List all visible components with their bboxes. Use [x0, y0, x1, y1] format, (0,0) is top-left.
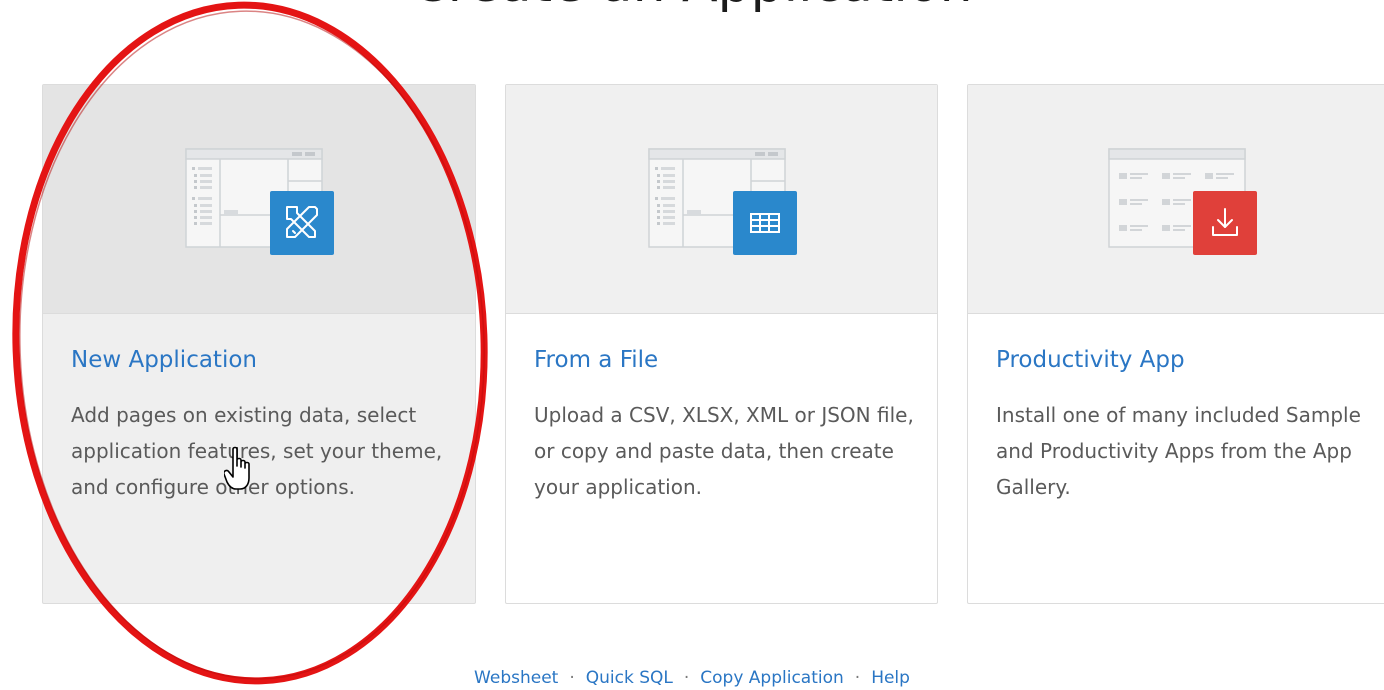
from-a-file-card[interactable]: From a File Upload a CSV, XLSX, XML or J… — [505, 84, 938, 604]
card-title[interactable]: Productivity App — [996, 347, 1185, 373]
app-wireframe-thumbnail — [185, 148, 334, 255]
card-header — [43, 85, 475, 314]
card-description: Upload a CSV, XLSX, XML or JSON file, or… — [534, 403, 914, 499]
link-separator: · — [569, 668, 575, 688]
table-grid-icon-bg — [732, 191, 797, 255]
websheet-link[interactable]: Websheet — [474, 668, 558, 688]
card-description: Add pages on existing data, select appli… — [71, 403, 443, 499]
pencil-ruler-icon-bg — [270, 191, 334, 255]
help-link[interactable]: Help — [871, 668, 910, 688]
page-title: Create an Application — [0, 0, 1384, 14]
app-gallery-thumbnail — [1108, 148, 1257, 255]
copy-application-link[interactable]: Copy Application — [700, 668, 844, 688]
card-description: Install one of many included Sample and … — [996, 403, 1361, 499]
hand-pointer-cursor-icon — [224, 446, 250, 490]
quick-sql-link[interactable]: Quick SQL — [586, 668, 673, 688]
link-separator: · — [854, 668, 861, 688]
card-title[interactable]: From a File — [534, 347, 658, 373]
create-application-page: Create an Application — [0, 0, 1384, 690]
card-header — [968, 85, 1384, 314]
new-application-card[interactable]: New Application Add pages on existing da… — [42, 84, 476, 604]
link-separator: · — [683, 668, 690, 688]
app-wireframe-thumbnail — [647, 148, 797, 255]
card-header — [506, 85, 937, 314]
productivity-app-card[interactable]: Productivity App Install one of many inc… — [967, 84, 1384, 604]
card-title[interactable]: New Application — [71, 347, 257, 373]
footer-links: Websheet · Quick SQL · Copy Application · Help — [0, 667, 1384, 689]
